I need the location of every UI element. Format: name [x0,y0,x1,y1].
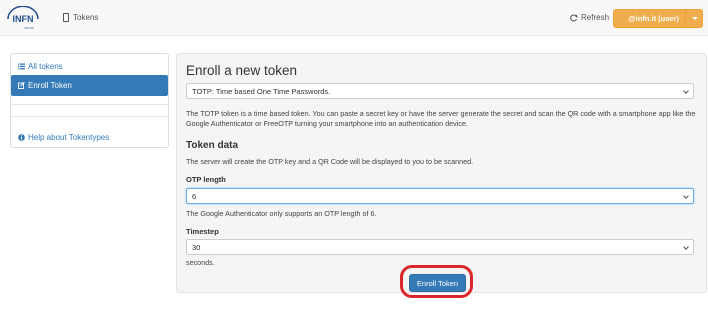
token-data-description: The server will create the OTP key and a… [186,157,474,166]
otp-length-value: 6 [192,191,197,201]
nav-tokens-link[interactable]: Tokens [63,13,98,22]
timestep-label: Timestep [186,227,219,236]
edit-icon [18,82,25,89]
chevron-down-icon [683,244,689,250]
sidebar-item-label: Enroll Token [28,81,72,90]
logo-subtext: ccr.cc [25,26,34,30]
otp-length-help: The Google Authenticator only supports a… [186,209,377,218]
caret-down-icon[interactable] [692,17,698,20]
sidebar: All tokens Enroll Token Help about Token… [10,53,169,148]
sidebar-divider [11,116,168,117]
nav-tokens-label: Tokens [73,13,99,22]
top-navbar: INFN ccr.cc Tokens Refresh @infn.it (use… [0,0,708,36]
mobile-icon [63,13,69,22]
info-icon [18,134,25,141]
token-type-select[interactable]: TOTP: Time based One Time Passwords. [186,83,694,99]
logo-text: INFN [13,14,34,24]
chevron-down-icon [683,88,689,94]
sidebar-item-label: All tokens [28,62,63,71]
timestep-value: 30 [192,242,201,252]
enroll-panel: Enroll a new token TOTP: Time based One … [176,53,707,293]
token-data-heading: Token data [186,140,239,151]
sidebar-item-enroll-token[interactable]: Enroll Token [11,75,168,96]
sidebar-item-label: Help about Tokentypes [28,133,110,142]
refresh-icon [570,14,578,21]
sidebar-divider [11,104,168,105]
sidebar-item-all-tokens[interactable]: All tokens [11,56,168,77]
page-title: Enroll a new token [186,63,298,78]
user-label: @infn.it (user) [628,14,679,23]
refresh-label: Refresh [581,13,610,22]
user-button-divider [685,9,686,28]
refresh-button[interactable]: Refresh [570,13,609,22]
timestep-select[interactable]: 30 [186,239,694,255]
sidebar-item-help[interactable]: Help about Tokentypes [11,127,168,148]
token-type-value: TOTP: Time based One Time Passwords. [192,86,331,96]
highlight-annotation [400,265,473,298]
list-icon [18,63,25,70]
otp-length-label: OTP length [186,175,226,184]
user-menu-button[interactable]: @infn.it (user) [613,9,703,28]
infn-logo[interactable]: INFN ccr.cc [5,6,41,32]
token-description: The TOTP token is a time based token. Yo… [186,109,696,128]
otp-length-select[interactable]: 6 [186,188,694,204]
chevron-down-icon [683,193,689,199]
